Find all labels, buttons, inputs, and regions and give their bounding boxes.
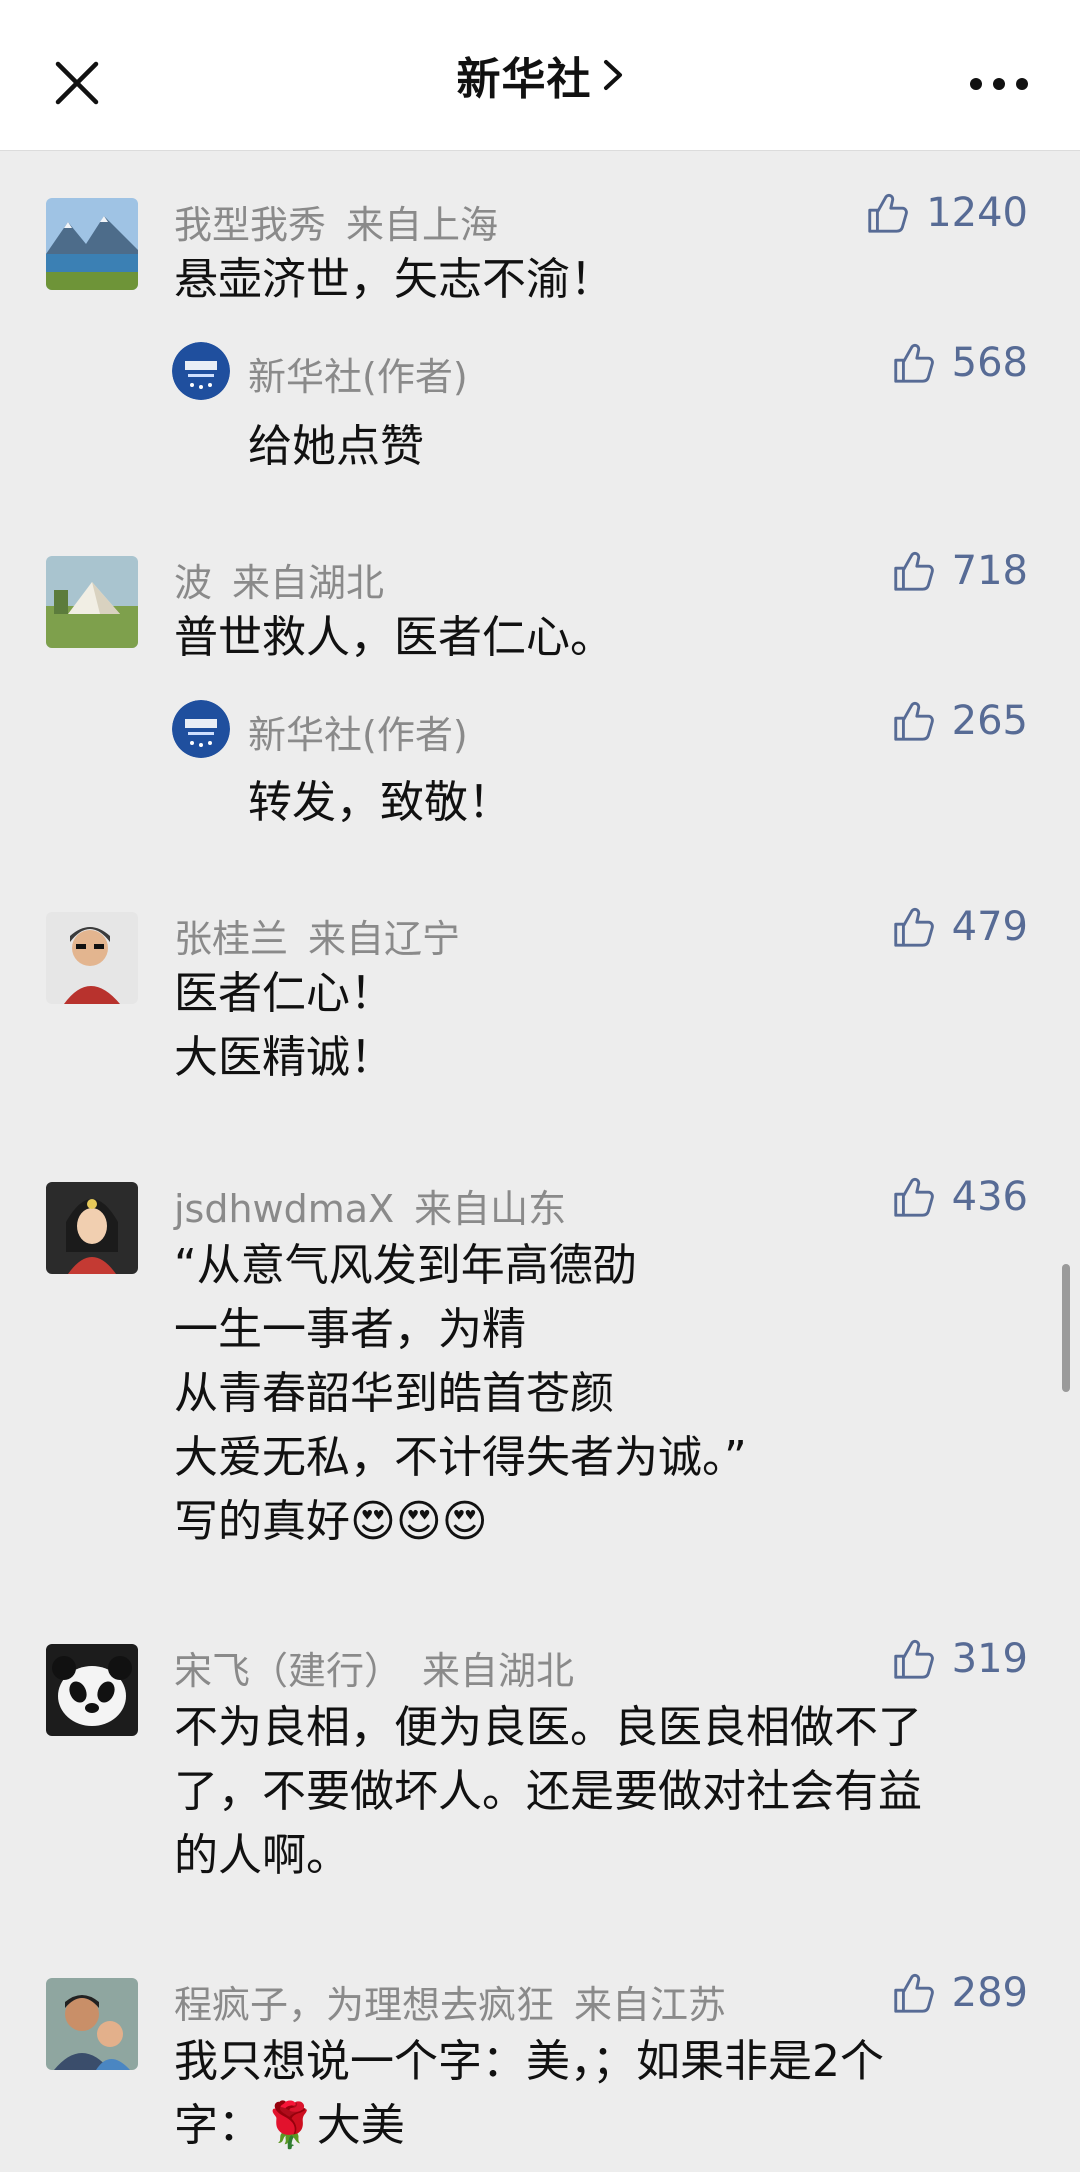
comment-line: 的人啊。 <box>174 1830 350 1881</box>
comment-text: 我只想说一个字：美，；如果非是2个 字：🌹大美 <box>174 2030 1014 2158</box>
like-button[interactable]: 436 <box>890 1174 1028 1220</box>
comment-line: 大爱无私，不计得失者为诚。” <box>174 1432 747 1483</box>
like-button[interactable]: 1240 <box>864 190 1028 236</box>
reply-text: 转发，致敬！ <box>248 777 512 828</box>
comment-meta: jsdhwdmaX 来自山东 <box>174 1178 566 1233</box>
comment-text: 普世救人，医者仁心。 <box>174 606 1014 670</box>
like-count: 319 <box>951 1636 1028 1682</box>
comment-line: 大医精诚！ <box>174 1032 394 1083</box>
comment-line: 普世救人，医者仁心。 <box>174 612 614 663</box>
comment-username[interactable]: jsdhwdmaX <box>174 1187 394 1231</box>
thumbs-up-icon <box>893 701 934 741</box>
chevron-right-icon <box>603 60 622 90</box>
reply-author[interactable]: 新华社(作者) <box>248 704 468 759</box>
scrollbar[interactable] <box>1062 1264 1070 1392</box>
like-button[interactable]: 718 <box>890 548 1028 594</box>
thumbs-up-icon <box>893 1973 934 2013</box>
comment-text: “从意气风发到年高德劭 一生一事者，为精 从青春韶华到皓首苍颜 大爱无私，不计得… <box>174 1234 1014 1554</box>
top-bar: 新华社 <box>0 0 1080 151</box>
xinhua-avatar[interactable] <box>172 342 230 400</box>
comment-username[interactable]: 程疯子，为理想去疯狂 <box>174 1983 554 2027</box>
comment-meta: 我型我秀 来自上海 <box>174 194 498 249</box>
comment-line: 医者仁心！ <box>174 968 394 1019</box>
comment-line: 字：🌹大美 <box>174 2100 405 2151</box>
comment-line: “从意气风发到年高德劭 <box>174 1240 637 1291</box>
like-count: 436 <box>951 1174 1028 1220</box>
father-child-avatar[interactable] <box>46 1978 138 2070</box>
like-button[interactable]: 289 <box>890 1970 1028 2016</box>
thumbs-up-icon <box>893 551 934 591</box>
comment-line: 一生一事者，为精 <box>174 1304 526 1355</box>
comment-location: 来自辽宁 <box>308 917 461 961</box>
like-count: 718 <box>951 548 1028 594</box>
comment-username[interactable]: 张桂兰 <box>174 917 288 961</box>
thumbs-up-icon <box>893 343 934 383</box>
comment-username[interactable]: 我型我秀 <box>174 203 326 247</box>
comment-meta: 程疯子，为理想去疯狂 来自江苏 <box>174 1974 726 2029</box>
reply-author[interactable]: 新华社(作者) <box>248 346 468 401</box>
comment-location: 来自山东 <box>414 1187 567 1231</box>
comment-username[interactable]: 波 <box>174 561 212 605</box>
comment-text: 医者仁心！ 大医精诚！ <box>174 962 1014 1090</box>
like-count: 568 <box>951 340 1028 386</box>
like-button[interactable]: 479 <box>890 904 1028 950</box>
mountain-lake-avatar[interactable] <box>46 198 138 290</box>
comment-line: 我只想说一个字：美，；如果非是2个 <box>174 2036 884 2087</box>
thumbs-up-icon <box>868 193 909 233</box>
thumbs-up-icon <box>893 1177 934 1217</box>
comment-text: 不为良相，便为良医。良医良相做不了 了，不要做坏人。还是要做对社会有益 的人啊。 <box>174 1696 1014 1888</box>
comment-line: 从青春韶华到皓首苍颜 <box>174 1368 614 1419</box>
reply-text: 给她点赞 <box>248 421 424 472</box>
comment-location: 来自湖北 <box>232 561 385 605</box>
more-icon[interactable] <box>968 74 1030 94</box>
like-button[interactable]: 568 <box>890 340 1028 386</box>
like-button[interactable]: 265 <box>890 698 1028 744</box>
comment-meta: 波来自湖北 <box>174 552 384 607</box>
illustrated-girl-avatar[interactable] <box>46 1182 138 1274</box>
comment-line: 不为良相，便为良医。良医良相做不了 <box>174 1702 922 1753</box>
comment-line: 悬壶济世，矢志不渝！ <box>174 254 614 305</box>
like-button[interactable]: 319 <box>890 1636 1028 1682</box>
comment-location: 来自江苏 <box>574 1983 727 2027</box>
like-count: 479 <box>951 904 1028 950</box>
comment-text: 悬壶济世，矢志不渝！ <box>174 248 1014 312</box>
comment-meta: 张桂兰 来自辽宁 <box>174 908 460 963</box>
woman-snow-avatar[interactable] <box>46 912 138 1004</box>
comment-line: 写的真好😍😍😍 <box>174 1496 488 1547</box>
title-area[interactable]: 新华社 <box>0 0 1080 150</box>
comment-location: 来自湖北 <box>422 1649 575 1693</box>
xinhua-avatar[interactable] <box>172 700 230 758</box>
like-count: 289 <box>951 1970 1028 2016</box>
panda-avatar[interactable] <box>46 1644 138 1736</box>
thumbs-up-icon <box>893 1639 934 1679</box>
like-count: 1240 <box>926 190 1028 236</box>
camping-tent-avatar[interactable] <box>46 556 138 648</box>
comment-line: 了，不要做坏人。还是要做对社会有益 <box>174 1766 922 1817</box>
comment-username[interactable]: 宋飞（建行） <box>174 1649 402 1693</box>
comment-location: 来自上海 <box>346 203 499 247</box>
page-title[interactable]: 新华社 <box>457 43 592 107</box>
thumbs-up-icon <box>893 907 934 947</box>
comment-meta: 宋飞（建行） 来自湖北 <box>174 1640 574 1695</box>
like-count: 265 <box>951 698 1028 744</box>
